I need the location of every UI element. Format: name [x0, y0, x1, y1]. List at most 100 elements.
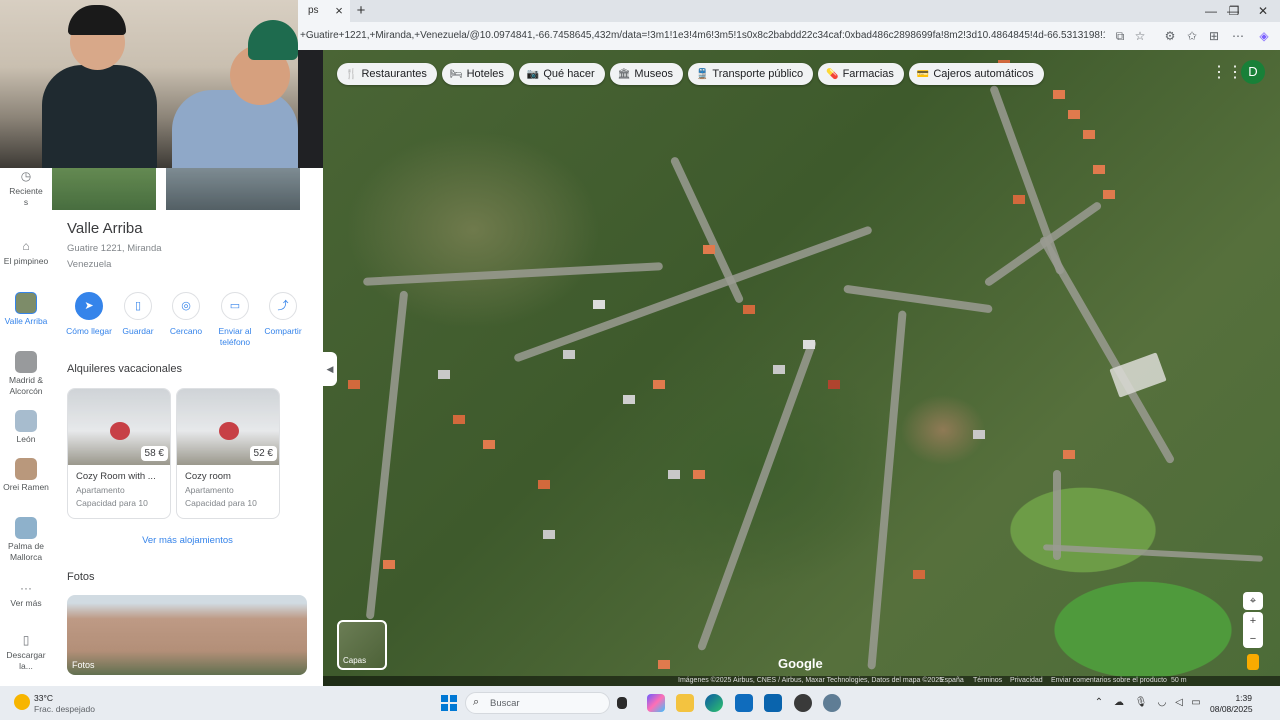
start-button[interactable] [441, 695, 457, 711]
satellite-map[interactable]: 🍴 Restaurantes 🛏 Hoteles 📷 Qué hacer 🏛 Museos 🚆 T… [323, 50, 1280, 686]
rail-ver-mas[interactable]: ··· Ver más [0, 580, 52, 609]
google-apps-icon[interactable]: ⋮⋮ [1211, 62, 1243, 84]
task-view-icon[interactable] [617, 697, 627, 709]
bookmark-icon: ▯ [124, 292, 152, 320]
clock-date[interactable]: 08/08/2025 [1210, 704, 1253, 714]
roof [623, 395, 635, 404]
roof [543, 530, 555, 539]
store-app-icon[interactable] [735, 694, 753, 712]
map-road [989, 84, 1065, 276]
weather-temperature[interactable]: 33°C [34, 693, 53, 703]
rental-photo: 52 € [177, 389, 279, 465]
chip-que-hacer[interactable]: 📷 Qué hacer [518, 63, 605, 85]
directions-button[interactable]: ➤ Cómo llegar [61, 292, 117, 337]
map-road [1053, 470, 1061, 560]
collections-icon[interactable]: ⊞ [1204, 26, 1224, 46]
url-field[interactable]: +Guatire+1221,+Miranda,+Venezuela/@10.09… [300, 26, 1105, 46]
atm-icon: 💳 [916, 69, 930, 80]
my-location-icon[interactable]: ⌖ [1243, 592, 1263, 610]
roof [653, 380, 665, 389]
extensions-icon[interactable]: ⚙ [1160, 26, 1180, 46]
pharmacy-icon: 💊 [826, 69, 839, 80]
scale-label: 50 m [1171, 677, 1187, 684]
copilot-icon[interactable]: ◈ [1254, 26, 1274, 46]
chip-cajeros[interactable]: 💳 Cajeros automáticos [908, 63, 1044, 85]
rental-card[interactable]: 58 € Cozy Room with ... Apartamento Capa… [67, 388, 171, 519]
chip-museos[interactable]: 🏛 Museos [609, 63, 683, 85]
taskbar-search[interactable]: ⌕ Buscar [465, 692, 610, 714]
new-tab-button[interactable]: + [352, 0, 370, 22]
close-tab-icon[interactable]: × [330, 0, 348, 22]
weather-condition[interactable]: Frac. despejado [34, 704, 95, 714]
close-window-button[interactable]: ✕ [1248, 0, 1278, 22]
favorite-star-icon[interactable]: ☆ [1130, 26, 1150, 46]
chip-restaurantes[interactable]: 🍴 Restaurantes [337, 63, 437, 85]
rental-price: 52 € [249, 446, 277, 461]
onedrive-icon[interactable]: ☁ [1112, 696, 1126, 710]
weather-icon[interactable] [14, 694, 30, 710]
split-screen-icon[interactable]: ⧉ [1110, 26, 1130, 46]
tray-chevron-icon[interactable]: ⌃ [1092, 696, 1106, 710]
person-2 [172, 90, 298, 168]
settings-app-icon[interactable] [823, 694, 841, 712]
hero-photo-1[interactable] [52, 168, 156, 210]
battery-icon[interactable]: ▭ [1189, 696, 1203, 710]
place-icon: ⌂ [22, 239, 30, 253]
layers-button[interactable]: Capas [337, 620, 387, 670]
street-view-pegman-icon[interactable] [1247, 654, 1259, 670]
copilot-app-icon[interactable] [647, 694, 665, 712]
rental-type: Apartamento [76, 485, 125, 495]
edge-browser-icon[interactable] [705, 694, 723, 712]
roof [348, 380, 360, 389]
outlook-app-icon[interactable] [764, 694, 782, 712]
phone-icon: ▯ [22, 633, 30, 647]
terms-link[interactable]: Términos [973, 676, 1002, 686]
rental-card[interactable]: 52 € Cozy room Apartamento Capacidad par… [176, 388, 280, 519]
palma-thumbnail [15, 517, 37, 539]
chip-hoteles[interactable]: 🛏 Hoteles [441, 63, 514, 85]
file-explorer-icon[interactable] [676, 694, 694, 712]
chip-transporte[interactable]: 🚆 Transporte público [687, 63, 814, 85]
rentals-title: Alquileres vacacionales [67, 363, 182, 375]
account-avatar[interactable]: D [1241, 60, 1265, 84]
share-button[interactable]: ⤴ Compartir [255, 292, 311, 337]
rail-download-app[interactable]: ▯ Descargar la... [0, 632, 52, 672]
photos-gallery[interactable]: Fotos [67, 595, 307, 675]
chip-farmacias[interactable]: 💊 Farmacias [818, 63, 904, 85]
zoom-out-button[interactable]: − [1243, 630, 1263, 648]
see-more-rentals-link[interactable]: Ver más alojamientos [52, 535, 323, 546]
rail-recientes[interactable]: ◷ Reciente s [0, 168, 52, 208]
clock-time[interactable]: 1:39 [1230, 693, 1252, 703]
maximize-button[interactable]: ❐ [1219, 0, 1249, 22]
layers-label: Capas [343, 656, 367, 665]
collapse-panel-button[interactable]: ◀ [323, 352, 337, 386]
nearby-button[interactable]: ◎ Cercano [158, 292, 214, 337]
map-road [513, 225, 873, 363]
left-rail: ◷ Reciente s ⌂ El pimpineo Valle Arriba … [0, 168, 52, 686]
country-link[interactable]: España [940, 676, 964, 686]
google-logo: Google [778, 656, 823, 671]
rail-madrid[interactable]: Madrid & Alcorcón [0, 351, 52, 397]
rail-orei-ramen[interactable]: Orei Ramen [0, 458, 52, 493]
volume-icon[interactable]: ◁ [1172, 696, 1186, 710]
microphone-icon[interactable]: 🎙 [1134, 696, 1148, 710]
app-icon[interactable] [794, 694, 812, 712]
rail-valle-arriba[interactable]: Valle Arriba [0, 292, 52, 327]
feedback-link[interactable]: Enviar comentarios sobre el producto [1051, 676, 1167, 686]
roof [703, 245, 715, 254]
zoom-in-button[interactable]: + [1243, 612, 1263, 630]
rail-palma[interactable]: Palma de Mallorca [0, 517, 52, 563]
roof [658, 660, 670, 669]
roof [1063, 450, 1075, 459]
rail-el-pimpineo[interactable]: ⌂ El pimpineo [0, 238, 52, 267]
roof [803, 340, 815, 349]
privacy-link[interactable]: Privacidad [1010, 676, 1043, 686]
wifi-icon[interactable]: ◡ [1155, 696, 1169, 710]
hero-photo-2[interactable] [166, 168, 300, 210]
rental-flower [110, 422, 130, 440]
more-dots-icon: ··· [20, 581, 32, 595]
more-icon[interactable]: ⋯ [1228, 26, 1248, 46]
rail-leon[interactable]: León [0, 410, 52, 445]
favorites-icon[interactable]: ✩ [1182, 26, 1202, 46]
map-road [696, 338, 818, 652]
